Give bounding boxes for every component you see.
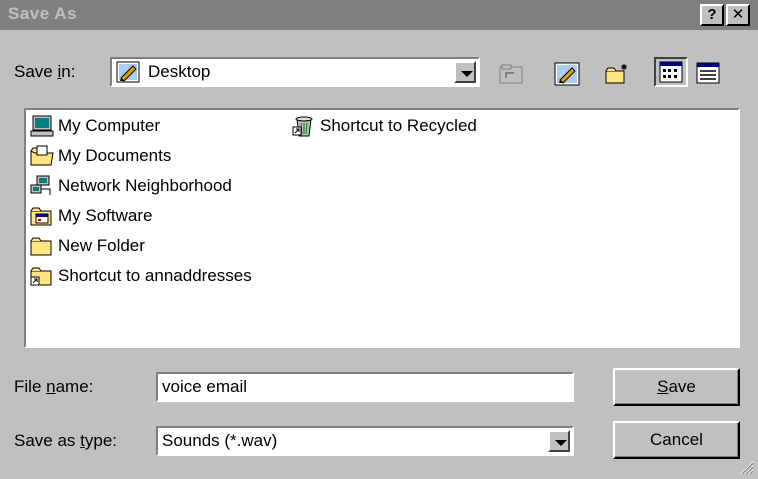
list-item[interactable]: Shortcut to annaddresses [30, 264, 252, 288]
create-new-folder-icon [605, 64, 627, 84]
save-in-dropdown[interactable]: Desktop [110, 57, 480, 87]
details-view-icon [696, 62, 720, 84]
my-software-icon [30, 207, 52, 226]
my-computer-icon [30, 115, 54, 137]
save-in-label: Save in: [14, 62, 76, 81]
save-in-value: Desktop [148, 62, 211, 81]
list-item[interactable]: Network Neighborhood [30, 174, 232, 198]
save-as-type-dropdown[interactable]: Sounds (*.wav) [156, 426, 574, 456]
folder-shortcut-icon [30, 267, 52, 286]
list-item[interactable]: My Computer [30, 114, 160, 138]
file-name-input[interactable]: voice email [156, 372, 574, 402]
list-item[interactable]: New Folder [30, 234, 145, 258]
list-view-icon [659, 61, 683, 83]
desktop-icon [116, 61, 140, 83]
details-view-button[interactable] [692, 59, 726, 89]
network-neighborhood-icon [30, 175, 51, 195]
list-view-button[interactable] [654, 57, 688, 87]
close-button[interactable]: ✕ [726, 4, 750, 26]
resize-grip-icon[interactable] [740, 461, 754, 475]
desktop-icon [554, 62, 580, 86]
list-item[interactable]: My Software [30, 204, 152, 228]
cancel-button[interactable]: Cancel [613, 421, 740, 459]
list-item[interactable]: Shortcut to Recycled [292, 114, 477, 138]
list-item[interactable]: My Documents [30, 144, 171, 168]
create-new-folder-button[interactable] [600, 59, 634, 89]
go-to-desktop-button[interactable] [550, 59, 584, 89]
file-list[interactable]: My Computer My Documents Network Neighbo… [24, 108, 740, 348]
window-title: Save As [8, 4, 78, 23]
folder-icon [30, 237, 52, 256]
chevron-down-icon [555, 440, 567, 446]
my-documents-icon [30, 145, 54, 166]
up-one-level-icon [499, 64, 523, 84]
save-as-type-label: Save as type: [14, 431, 118, 450]
save-button[interactable]: Save [613, 368, 740, 406]
chevron-down-icon [461, 71, 473, 77]
title-bar[interactable]: Save As ? ✕ [0, 0, 758, 30]
file-name-label: File name: [14, 377, 94, 396]
save-in-dropdown-button[interactable] [454, 61, 476, 83]
recycle-bin-shortcut-icon [292, 116, 313, 137]
help-button[interactable]: ? [700, 4, 724, 26]
up-one-level-button[interactable] [494, 59, 528, 89]
save-as-type-dropdown-button[interactable] [548, 430, 570, 452]
